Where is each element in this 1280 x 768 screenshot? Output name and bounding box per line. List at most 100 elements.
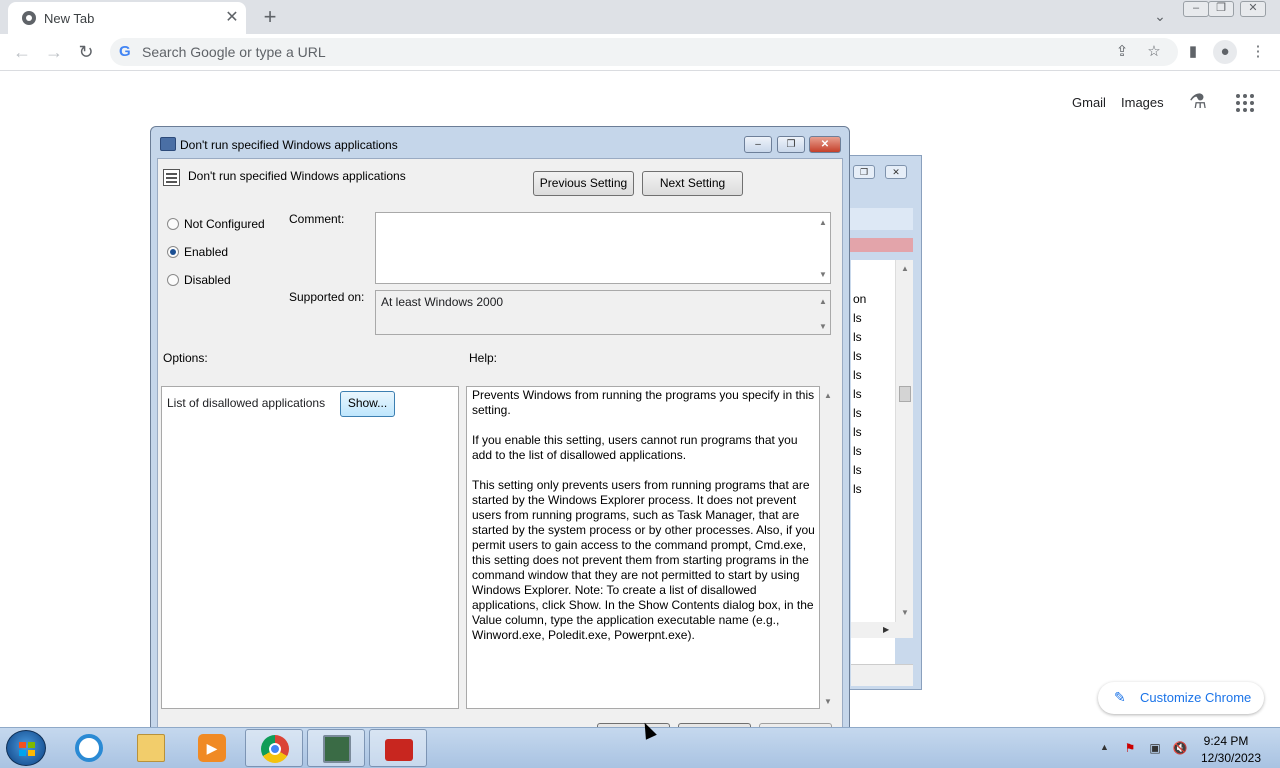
radio-enabled-label[interactable]: Enabled	[184, 245, 228, 259]
scroll-down-icon[interactable]: ▼	[819, 322, 827, 331]
menu-kebab-icon[interactable]: ⋮	[1246, 40, 1270, 64]
dialog-close-icon[interactable]: ✕	[809, 136, 841, 153]
forward-arrow-icon[interactable]: →	[42, 40, 66, 64]
radio-not-configured-label[interactable]: Not Configured	[184, 217, 265, 231]
toolbox-icon	[385, 739, 413, 761]
help-paragraph: This setting only prevents users from ru…	[472, 478, 815, 642]
bookmark-star-icon[interactable]: ☆	[1142, 40, 1166, 64]
bg-row-fragment: ls	[853, 444, 862, 458]
bg-row-fragment: ls	[853, 349, 862, 363]
bg-vertical-scrollbar[interactable]: ▲ ▼	[895, 260, 913, 622]
bg-restore-icon[interactable]: ❐	[853, 165, 875, 179]
bg-close-icon[interactable]: ✕	[885, 165, 907, 179]
internet-explorer-icon	[75, 734, 103, 762]
taskbar-toolbox[interactable]	[369, 729, 427, 767]
bg-row-fragment: ls	[853, 406, 862, 420]
bg-row-fragment: ls	[853, 330, 862, 344]
taskbar-internet-explorer[interactable]	[60, 729, 118, 767]
policy-setting-icon	[163, 169, 180, 186]
taskbar-system-tool[interactable]	[307, 729, 365, 767]
restore-icon[interactable]: ❐	[1208, 1, 1234, 17]
monitor-chart-icon	[323, 735, 351, 763]
tab-new-tab[interactable]: New Tab ✕	[8, 2, 246, 34]
tab-search-chevron-icon[interactable]: ⌄	[1150, 6, 1170, 26]
options-label: Options:	[163, 351, 208, 365]
help-paragraph: If you enable this setting, users cannot…	[472, 433, 798, 462]
close-window-icon[interactable]: ✕	[1240, 1, 1266, 17]
windows-logo-icon	[19, 742, 35, 756]
comment-textarea[interactable]: ▲ ▼	[375, 212, 831, 284]
bg-row-fragment: on	[853, 292, 867, 306]
network-icon[interactable]: ▣	[1147, 740, 1163, 756]
next-setting-button[interactable]: Next Setting	[642, 171, 743, 196]
taskbar-chrome[interactable]	[245, 729, 303, 767]
bg-header-strip	[849, 238, 913, 252]
clock-date[interactable]: 12/30/2023	[1196, 751, 1266, 765]
supported-on-field: At least Windows 2000 ▲ ▼	[375, 290, 831, 335]
chrome-icon	[261, 735, 289, 763]
customize-chrome-button[interactable]: ✎ Customize Chrome	[1098, 682, 1264, 714]
dialog-minimize-icon[interactable]: –	[744, 136, 772, 153]
tab-close-icon[interactable]: ✕	[224, 8, 240, 28]
radio-disabled[interactable]	[167, 274, 179, 286]
google-g-icon: G	[119, 43, 131, 60]
clock-time[interactable]: 9:24 PM	[1196, 734, 1256, 748]
action-center-flag-icon[interactable]: ⚑	[1122, 740, 1138, 756]
pencil-icon: ✎	[1114, 689, 1126, 705]
show-button[interactable]: Show...	[340, 391, 395, 417]
bg-row-fragment: ls	[853, 482, 862, 496]
radio-enabled[interactable]	[167, 246, 179, 258]
help-scroll-down-icon[interactable]: ▼	[824, 697, 832, 706]
images-link[interactable]: Images	[1121, 95, 1164, 110]
profile-avatar-icon[interactable]: ●	[1213, 40, 1237, 64]
previous-setting-button[interactable]: Previous Setting	[533, 171, 634, 196]
scroll-up-icon[interactable]: ▲	[819, 218, 827, 227]
start-button[interactable]	[6, 730, 46, 766]
labs-flask-icon[interactable]: ⚗	[1186, 90, 1210, 114]
help-scroll-up-icon[interactable]: ▲	[824, 391, 832, 400]
dialog-maximize-icon[interactable]: ❐	[777, 136, 805, 153]
taskbar-file-explorer[interactable]	[122, 729, 180, 767]
scroll-down-icon[interactable]: ▼	[901, 608, 909, 617]
scroll-up-icon[interactable]: ▲	[819, 297, 827, 306]
help-text: Prevents Windows from running the progra…	[472, 388, 818, 658]
taskbar-media-player[interactable]: ▶	[183, 729, 241, 767]
tab-title: New Tab	[44, 11, 95, 26]
media-play-icon: ▶	[198, 734, 226, 762]
chrome-favicon-icon	[22, 11, 36, 25]
bg-list-pane: on ls ls ls ls ls ls ls ls ls ls	[851, 260, 895, 680]
bg-row-fragment: ls	[853, 368, 862, 382]
bg-horizontal-scrollbar[interactable]: ▶	[851, 622, 913, 638]
bg-row-fragment: ls	[853, 387, 862, 401]
gmail-link[interactable]: Gmail	[1072, 95, 1106, 110]
minimize-icon[interactable]: –	[1183, 1, 1209, 17]
bg-row-fragment: ls	[853, 463, 862, 477]
share-icon[interactable]: ⇪	[1110, 40, 1134, 64]
scroll-thumb[interactable]	[899, 386, 911, 402]
bg-toolbar-strip	[849, 208, 913, 230]
reload-icon[interactable]: ↻	[74, 40, 98, 64]
omnibox[interactable]: G Search Google or type a URL	[110, 38, 1178, 66]
bg-status-bar	[851, 664, 913, 686]
omnibox-placeholder: Search Google or type a URL	[142, 44, 326, 60]
back-arrow-icon[interactable]: ←	[10, 40, 34, 64]
new-tab-button[interactable]: +	[258, 4, 282, 30]
comment-label: Comment:	[289, 212, 345, 226]
background-editor-window[interactable]: ❐ ✕ on ls ls ls ls ls ls ls ls ls ls ▲ ▼…	[848, 155, 922, 690]
scroll-right-icon[interactable]: ▶	[883, 625, 889, 634]
bg-row-fragment: ls	[853, 425, 862, 439]
dialog-window-title: Don't run specified Windows applications	[180, 138, 398, 152]
scroll-down-icon[interactable]: ▼	[819, 270, 827, 279]
side-panel-icon[interactable]: ▮	[1181, 40, 1205, 64]
radio-not-configured[interactable]	[167, 218, 179, 230]
radio-disabled-label[interactable]: Disabled	[184, 273, 231, 287]
tray-expand-icon[interactable]: ▲	[1100, 742, 1109, 752]
help-paragraph: Prevents Windows from running the progra…	[472, 388, 815, 417]
volume-muted-icon[interactable]: 🔇	[1172, 740, 1188, 756]
folder-icon	[137, 734, 165, 762]
policy-name: Don't run specified Windows applications	[188, 169, 406, 183]
option-item-label: List of disallowed applications	[167, 396, 326, 410]
google-apps-icon[interactable]	[1236, 94, 1254, 112]
scroll-up-icon[interactable]: ▲	[901, 264, 909, 273]
supported-on-value: At least Windows 2000	[381, 295, 504, 309]
